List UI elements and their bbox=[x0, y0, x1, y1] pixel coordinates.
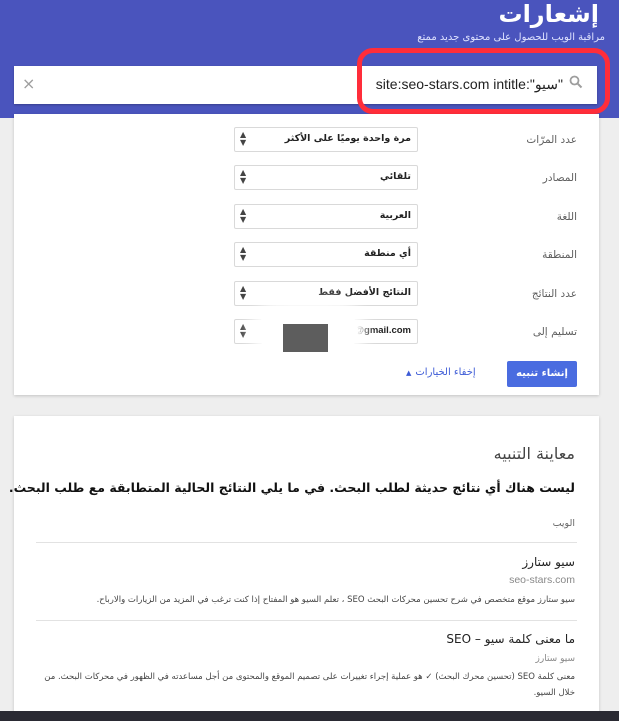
search-bar: × site:seo-stars.com intitle:"سيو" bbox=[14, 66, 597, 104]
close-icon[interactable]: × bbox=[22, 74, 35, 93]
option-row-region: المنطقة أي منطقة ▲ ▼ bbox=[14, 242, 599, 272]
results-count-select[interactable]: النتائج الأفضل فقط ▲ ▼ bbox=[234, 281, 418, 306]
search-icon bbox=[569, 75, 583, 89]
preview-title: معاينة التنبيه bbox=[493, 444, 575, 463]
preview-panel: معاينة التنبيه ليست هناك أي نتائج حديثة … bbox=[9, 416, 599, 721]
redaction-block bbox=[283, 324, 328, 352]
select-arrows-icon: ▲ ▼ bbox=[240, 284, 247, 301]
select-arrows-icon: ▲ ▼ bbox=[240, 207, 247, 224]
option-row-results-count: عدد النتائج النتائج الأفضل فقط ▲ ▼ bbox=[14, 281, 599, 311]
option-row-language: اللغة العربية ▲ ▼ bbox=[14, 204, 599, 234]
page-title: إشعارات bbox=[498, 0, 599, 28]
result-source: سيو ستارز bbox=[535, 654, 575, 664]
search-input[interactable]: site:seo-stars.com intitle:"سيو" bbox=[376, 76, 563, 93]
region-select[interactable]: أي منطقة ▲ ▼ bbox=[234, 242, 418, 267]
select-arrows-icon: ▲ ▼ bbox=[240, 245, 247, 262]
select-value: العربية bbox=[379, 210, 411, 221]
hide-options-label: إخفاء الخيارات bbox=[415, 367, 476, 378]
select-value: أي منطقة bbox=[364, 248, 411, 259]
option-label: عدد المرّات bbox=[526, 134, 577, 146]
result-url: seo-stars.com bbox=[509, 574, 575, 586]
triangle-up-icon: ▲ bbox=[406, 369, 412, 377]
select-arrows-icon: ▲ ▼ bbox=[240, 322, 247, 339]
option-label: اللغة bbox=[556, 211, 577, 223]
section-label-web: الويب bbox=[552, 518, 575, 529]
language-select[interactable]: العربية ▲ ▼ bbox=[234, 204, 418, 229]
select-arrows-icon: ▲ ▼ bbox=[240, 130, 247, 147]
create-alert-button[interactable]: إنشاء تنبيه bbox=[507, 361, 577, 387]
option-label: عدد النتائج bbox=[531, 288, 577, 300]
divider bbox=[36, 542, 577, 543]
select-value: تلقائي bbox=[379, 171, 411, 182]
option-label: المنطقة bbox=[542, 249, 577, 261]
option-label: المصادر bbox=[542, 172, 577, 184]
no-results-message: ليست هناك أي نتائج حديثة لطلب البحث. في … bbox=[8, 480, 575, 495]
select-value: النتائج الأفضل فقط bbox=[318, 287, 411, 298]
page-subtitle: مراقبة الويب للحصول على محتوى جديد ممتع bbox=[417, 32, 605, 43]
hide-options-link[interactable]: إخفاء الخيارات▲ bbox=[406, 367, 476, 378]
result-title-link[interactable]: ما معنى كلمة سيو – SEO bbox=[446, 632, 575, 646]
result-snippet: سيو ستارز موقع متخصص في شرح تحسين محركات… bbox=[96, 595, 575, 605]
option-row-sources: المصادر تلقائي ▲ ▼ bbox=[14, 165, 599, 195]
result-title-link[interactable]: سيو ستارز bbox=[522, 555, 575, 569]
divider bbox=[36, 620, 577, 621]
sources-select[interactable]: تلقائي ▲ ▼ bbox=[234, 165, 418, 190]
select-arrows-icon: ▲ ▼ bbox=[240, 168, 247, 185]
result-snippet: معنى كلمة SEO (تحسين محرك البحث) ✓ هو عم… bbox=[44, 672, 575, 698]
option-row-frequency: عدد المرّات مرة واحدة يوميًا على الأكثر … bbox=[14, 127, 599, 157]
select-value: @gmail.com bbox=[354, 325, 411, 336]
select-value: مرة واحدة يوميًا على الأكثر bbox=[284, 133, 411, 144]
os-dock bbox=[0, 711, 619, 721]
option-label: تسليم إلى bbox=[532, 326, 577, 338]
frequency-select[interactable]: مرة واحدة يوميًا على الأكثر ▲ ▼ bbox=[234, 127, 418, 152]
